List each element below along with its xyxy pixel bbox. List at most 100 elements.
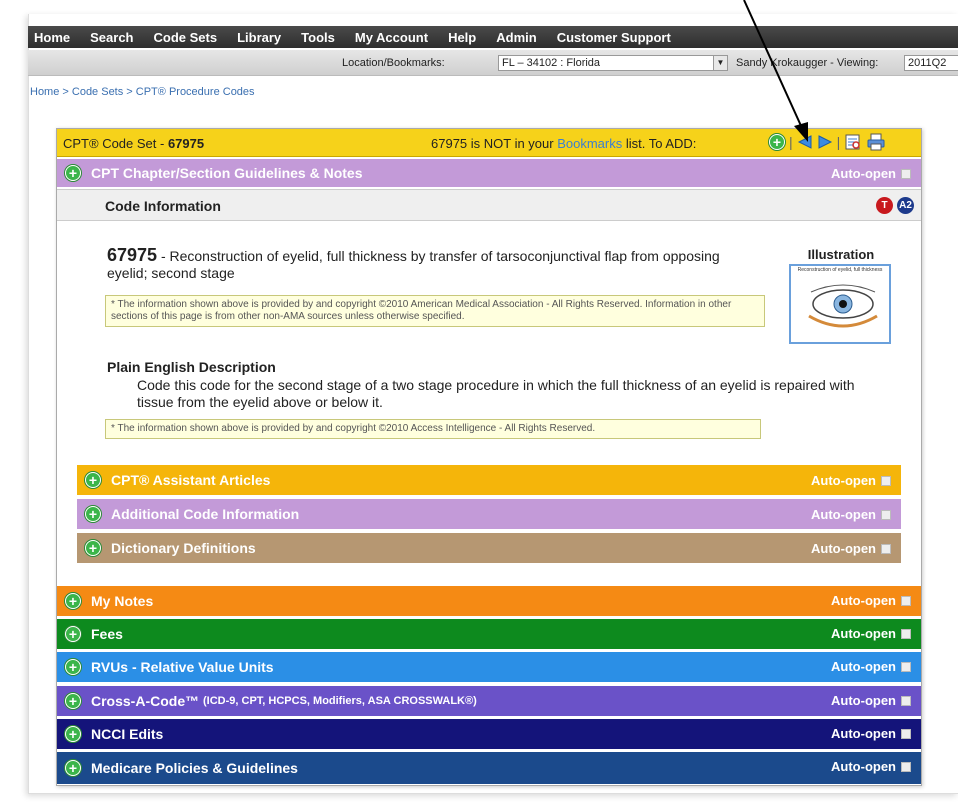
nav-my-account[interactable]: My Account (355, 30, 428, 45)
auto-open-toggle[interactable]: Auto-open (831, 593, 911, 608)
expand-plus-icon[interactable]: + (85, 506, 101, 522)
print-icon[interactable] (866, 133, 886, 151)
auto-open-label: Auto-open (831, 693, 896, 708)
auto-open-toggle[interactable]: Auto-open (831, 759, 911, 774)
dictionary-definitions-section[interactable]: + Dictionary Definitions Auto-open (77, 533, 901, 563)
breadcrumb[interactable]: Home > Code Sets > CPT® Procedure Codes (30, 86, 255, 98)
expand-plus-icon[interactable]: + (65, 760, 81, 776)
auto-open-toggle[interactable]: Auto-open (831, 726, 911, 741)
checkbox-icon[interactable] (901, 761, 911, 772)
ama-copyright-note: * The information shown above is provide… (105, 295, 765, 327)
user-viewing-label: Sandy Krokaugger - Viewing: (736, 57, 879, 69)
location-label: Location/Bookmarks: (342, 57, 445, 69)
location-select[interactable]: FL – 34102 : Florida ▼ (498, 55, 728, 71)
nav-code-sets[interactable]: Code Sets (154, 30, 218, 45)
nav-search[interactable]: Search (90, 30, 133, 45)
checkbox-icon[interactable] (881, 475, 891, 486)
ncci-edits-section[interactable]: + NCCI Edits Auto-open (57, 719, 921, 749)
eye-illustration-icon (808, 284, 878, 328)
expand-plus-icon[interactable]: + (65, 626, 81, 642)
code-information-header: Code Information T A2 (57, 189, 921, 221)
next-arrow-icon[interactable] (817, 134, 833, 150)
expand-plus-icon[interactable]: + (65, 165, 81, 181)
codeset-title-prefix: CPT® Code Set - (63, 136, 168, 151)
checkbox-icon[interactable] (901, 695, 911, 706)
nav-library[interactable]: Library (237, 30, 281, 45)
breadcrumb-text[interactable]: Home > Code Sets > CPT® Procedure Codes (30, 86, 255, 98)
nav-tools[interactable]: Tools (301, 30, 335, 45)
checkbox-icon[interactable] (881, 543, 891, 554)
plain-english-title: Plain English Description (107, 359, 276, 375)
auto-open-toggle[interactable]: Auto-open (811, 541, 891, 556)
guidelines-section[interactable]: + CPT Chapter/Section Guidelines & Notes… (57, 159, 921, 187)
fees-section[interactable]: + Fees Auto-open (57, 619, 921, 649)
nav-help[interactable]: Help (448, 30, 476, 45)
guidelines-label: CPT Chapter/Section Guidelines & Notes (91, 165, 363, 181)
header-tools: + | | (769, 133, 886, 151)
viewing-select[interactable]: 2011Q2 ▼ (904, 55, 958, 71)
ncci-edits-label: NCCI Edits (91, 726, 164, 742)
my-notes-section[interactable]: + My Notes Auto-open (57, 586, 921, 616)
location-value: FL – 34102 : Florida (502, 57, 601, 69)
a2-badge-icon[interactable]: A2 (897, 197, 914, 214)
checkbox-icon[interactable] (901, 661, 911, 672)
expand-plus-icon[interactable]: + (85, 472, 101, 488)
cross-a-code-section[interactable]: + Cross-A-Code™ (ICD-9, CPT, HCPCS, Modi… (57, 686, 921, 716)
access-intelligence-note: * The information shown above is provide… (105, 419, 761, 439)
additional-code-info-label: Additional Code Information (111, 506, 300, 522)
illustration-caption: Reconstruction of eyelid, full thickness (797, 267, 883, 273)
expand-plus-icon[interactable]: + (65, 693, 81, 709)
medicare-policies-section[interactable]: + Medicare Policies & Guidelines Auto-op… (57, 752, 921, 784)
ama-note-text: * The information shown above is provide… (111, 299, 732, 322)
ai-note-text: * The information shown above is provide… (111, 423, 596, 434)
bookmarks-link[interactable]: Bookmarks (557, 136, 622, 151)
expand-plus-icon[interactable]: + (65, 726, 81, 742)
auto-open-toggle[interactable]: Auto-open (811, 507, 891, 522)
medicare-policies-label: Medicare Policies & Guidelines (91, 760, 298, 776)
expand-plus-icon[interactable]: + (65, 593, 81, 609)
auto-open-toggle[interactable]: Auto-open (831, 659, 911, 674)
auto-open-label: Auto-open (811, 473, 876, 488)
checkbox-icon[interactable] (881, 509, 891, 520)
nav-home[interactable]: Home (34, 30, 70, 45)
codeset-header: CPT® Code Set - 67975 67975 is NOT in yo… (57, 129, 921, 157)
fees-label: Fees (91, 626, 123, 642)
expand-plus-icon[interactable]: + (65, 659, 81, 675)
add-bookmark-plus-icon[interactable]: + (769, 134, 785, 150)
auto-open-toggle[interactable]: Auto-open (831, 166, 911, 181)
checkbox-icon[interactable] (901, 595, 911, 606)
codeset-title: CPT® Code Set - 67975 (63, 136, 204, 151)
expand-plus-icon[interactable]: + (85, 540, 101, 556)
illustration-thumbnail[interactable]: Reconstruction of eyelid, full thickness (789, 264, 891, 344)
separator: | (789, 134, 793, 150)
auto-open-label: Auto-open (831, 593, 896, 608)
dictionary-definitions-label: Dictionary Definitions (111, 540, 256, 556)
rvus-section[interactable]: + RVUs - Relative Value Units Auto-open (57, 652, 921, 682)
code-information-title: Code Information (105, 198, 221, 214)
checkbox-icon[interactable] (901, 728, 911, 739)
t-badge-icon[interactable]: T (876, 197, 893, 214)
cpt-assistant-articles-section[interactable]: + CPT® Assistant Articles Auto-open (77, 465, 901, 495)
cross-a-code-label: Cross-A-Code™ (91, 693, 200, 709)
additional-code-info-section[interactable]: + Additional Code Information Auto-open (77, 499, 901, 529)
auto-open-label: Auto-open (811, 541, 876, 556)
auto-open-toggle[interactable]: Auto-open (811, 473, 891, 488)
auto-open-toggle[interactable]: Auto-open (831, 626, 911, 641)
code-description: 67975 - Reconstruction of eyelid, full t… (107, 246, 747, 282)
auto-open-label: Auto-open (811, 507, 876, 522)
my-notes-label: My Notes (91, 593, 154, 609)
notes-icon[interactable] (844, 133, 862, 151)
prev-arrow-icon[interactable] (797, 134, 813, 150)
auto-open-label: Auto-open (831, 759, 896, 774)
illustration[interactable]: Illustration Reconstruction of eyelid, f… (789, 247, 893, 344)
location-bar: Location/Bookmarks: FL – 34102 : Florida… (28, 50, 958, 76)
dropdown-icon[interactable]: ▼ (713, 56, 727, 70)
auto-open-label: Auto-open (831, 726, 896, 741)
auto-open-toggle[interactable]: Auto-open (831, 693, 911, 708)
checkbox-icon[interactable] (901, 168, 911, 179)
nav-customer-support[interactable]: Customer Support (557, 30, 671, 45)
nav-admin[interactable]: Admin (496, 30, 536, 45)
cpt-assistant-label: CPT® Assistant Articles (111, 472, 271, 488)
checkbox-icon[interactable] (901, 628, 911, 639)
bookmark-msg-prefix: 67975 is NOT in your (431, 136, 558, 151)
